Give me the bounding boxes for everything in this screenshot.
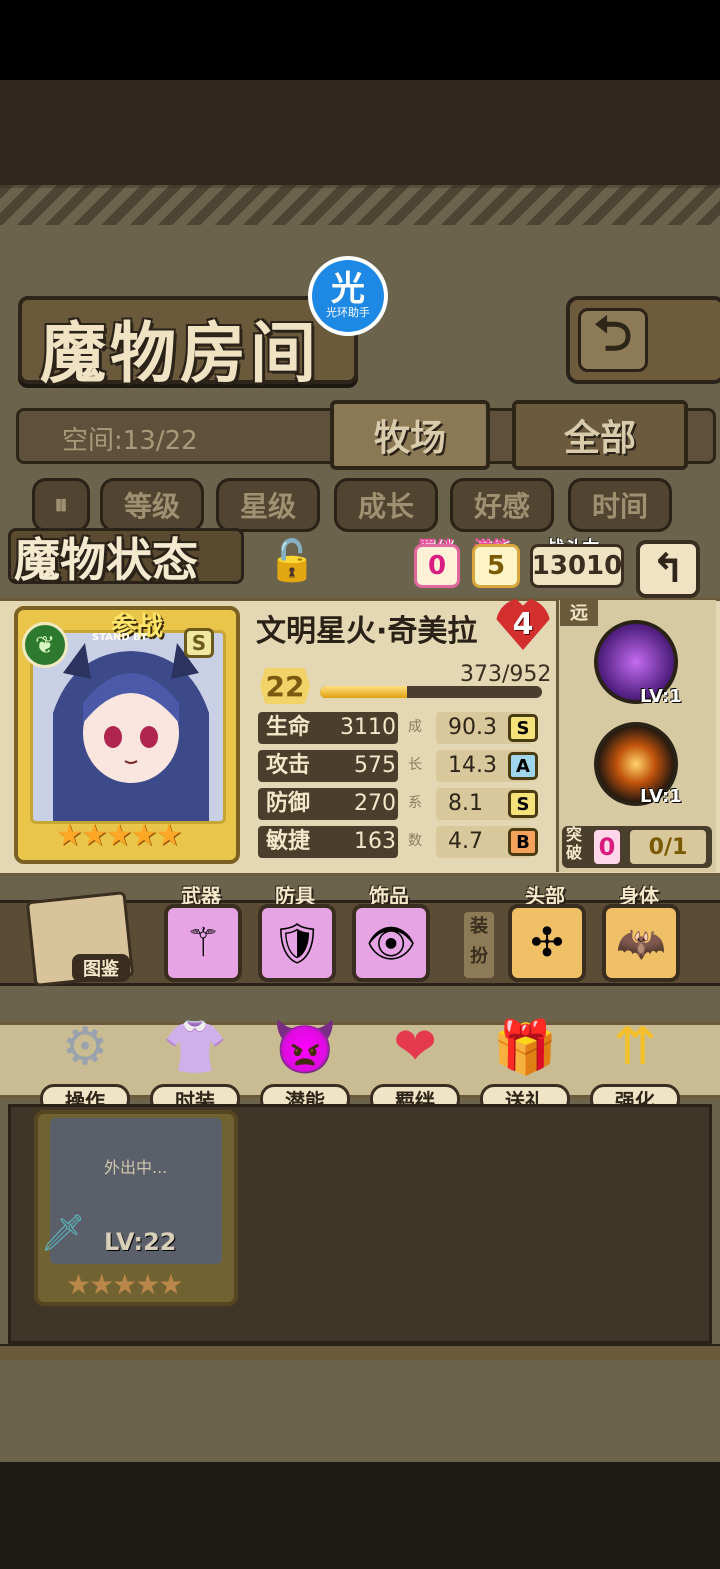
return-arrow-icon: ↰ xyxy=(651,546,685,592)
lock-icon[interactable]: 🔓 xyxy=(262,532,322,588)
gift-icon: 🎁 xyxy=(492,1017,558,1078)
grade-badge: S xyxy=(508,714,538,742)
weapon-slot[interactable]: ⚚ xyxy=(164,904,242,982)
break-label: 突破 xyxy=(566,825,583,862)
gift-button[interactable]: 🎁 送礼 xyxy=(480,1010,570,1114)
potential-button[interactable]: 👿 潜能 xyxy=(260,1010,350,1114)
sort-star-button[interactable]: 星级 xyxy=(216,478,320,532)
element-plant-icon: ❦ xyxy=(22,622,68,668)
stat-value: 270 xyxy=(354,791,396,816)
accessory-slot[interactable]: 👁 xyxy=(352,904,430,982)
grade-badge: A xyxy=(508,752,538,780)
sort-growth-button[interactable]: 成长 xyxy=(334,478,438,532)
break-ratio[interactable]: 0/1 xyxy=(630,830,706,864)
stat-row-attack: 攻击 575 长 14.3 A xyxy=(256,750,546,784)
helper-logo[interactable]: 光 光环助手 xyxy=(308,256,388,336)
armor-slot[interactable]: 🛡 xyxy=(258,904,336,982)
potential-value: 5 xyxy=(472,544,520,588)
grade-badge: S xyxy=(508,790,538,818)
stat-row-defense: 防御 270 系 8.1 S xyxy=(256,788,546,822)
away-status: 外出中... xyxy=(104,1158,168,1177)
status-bar xyxy=(0,0,720,80)
bond-button[interactable]: ❤ 羁绊 xyxy=(370,1010,460,1114)
tab-ranch[interactable]: 牧场 xyxy=(330,400,490,470)
head-slot[interactable]: ✣ xyxy=(508,904,586,982)
standby-sub-label: STAND BY xyxy=(92,632,148,643)
background-strip xyxy=(0,80,720,185)
growth-label-char: 数 xyxy=(408,833,422,849)
game-screen: 魔物房间 ⮌ 光 光环助手 空间:13/22 牧场 全部 ⏸ 等级 星级 成长 … xyxy=(0,0,720,1569)
rank-badge: S xyxy=(184,628,214,658)
status-title: 魔物状态 xyxy=(14,533,198,587)
up-arrows-icon: ⇈ xyxy=(613,1017,657,1077)
eye-charm-icon: 👁 xyxy=(365,920,417,967)
page-title: 魔物房间 xyxy=(40,315,320,392)
stat-value: 575 xyxy=(354,753,396,778)
helper-logo-text: 光环助手 xyxy=(326,306,370,319)
demon-silhouette-icon: 👿 xyxy=(272,1017,338,1078)
helper-logo-inner: 光 光环助手 xyxy=(312,260,384,332)
sort-time-button[interactable]: 时间 xyxy=(568,478,672,532)
enhance-button[interactable]: ⇈ 强化 xyxy=(590,1010,680,1114)
power-value: 13010 xyxy=(530,544,624,588)
growth-label-char: 系 xyxy=(408,795,422,811)
stat-value: 3110 xyxy=(340,715,396,740)
sword-icon: 🗡 xyxy=(40,1213,86,1254)
skill-level-1: LV:1 xyxy=(640,686,682,707)
back-arrow-icon: ⮌ xyxy=(578,306,648,372)
staff-icon: ⚚ xyxy=(185,920,221,966)
grade-badge: B xyxy=(508,828,538,856)
dress-label: 装扮 xyxy=(464,912,494,978)
monster-portrait-art xyxy=(33,633,223,821)
exp-bar-fill xyxy=(320,686,407,698)
stat-row-agility: 敏捷 163 数 4.7 B xyxy=(256,826,546,860)
break-value: 0 xyxy=(594,830,620,864)
list-frame-bottom xyxy=(0,1344,720,1360)
close-status-button[interactable]: ↰ xyxy=(636,540,700,598)
growth-label-char: 长 xyxy=(408,757,422,773)
stat-value: 163 xyxy=(354,829,396,854)
pinwheel-icon: ✣ xyxy=(530,920,564,966)
monster-stars: ★★★★★ xyxy=(56,818,182,853)
bond-value: 0 xyxy=(414,544,460,588)
back-button[interactable]: ⮌ xyxy=(566,296,720,384)
hearts-icon: ❤ xyxy=(393,1017,437,1077)
bottom-bar xyxy=(0,1462,720,1569)
monster-name: 文明星火·奇美拉 xyxy=(256,614,478,649)
encyclopedia-label[interactable]: 图鉴 xyxy=(72,954,130,982)
helper-logo-glyph: 光 xyxy=(331,269,365,309)
body-slot[interactable]: 🦇 xyxy=(602,904,680,982)
list-card-stars: ★★★★★ xyxy=(66,1268,184,1301)
costume-button[interactable]: 👚 时装 xyxy=(150,1010,240,1114)
skill-level-2: LV:1 xyxy=(640,786,682,807)
armor-icon: 🛡 xyxy=(271,920,323,967)
space-counter: 空间:13/22 xyxy=(62,426,198,456)
list-card-level: LV:22 xyxy=(104,1228,177,1256)
operate-button[interactable]: ⚙ 操作 xyxy=(40,1010,130,1114)
bat-icon: 🦇 xyxy=(616,920,666,967)
exp-text: 373/952 xyxy=(460,662,552,687)
growth-label-char: 成 xyxy=(408,719,422,735)
exp-bar xyxy=(320,686,542,698)
dress-icon: 👚 xyxy=(162,1017,228,1078)
stat-row-hp: 生命 3110 成 90.3 S xyxy=(256,712,546,746)
sort-affinity-button[interactable]: 好感 xyxy=(450,478,554,532)
range-tag: 远 xyxy=(560,598,598,626)
tab-all[interactable]: 全部 xyxy=(512,400,688,470)
gear-icon: ⚙ xyxy=(61,1017,109,1077)
level-badge: 22 xyxy=(260,668,310,704)
